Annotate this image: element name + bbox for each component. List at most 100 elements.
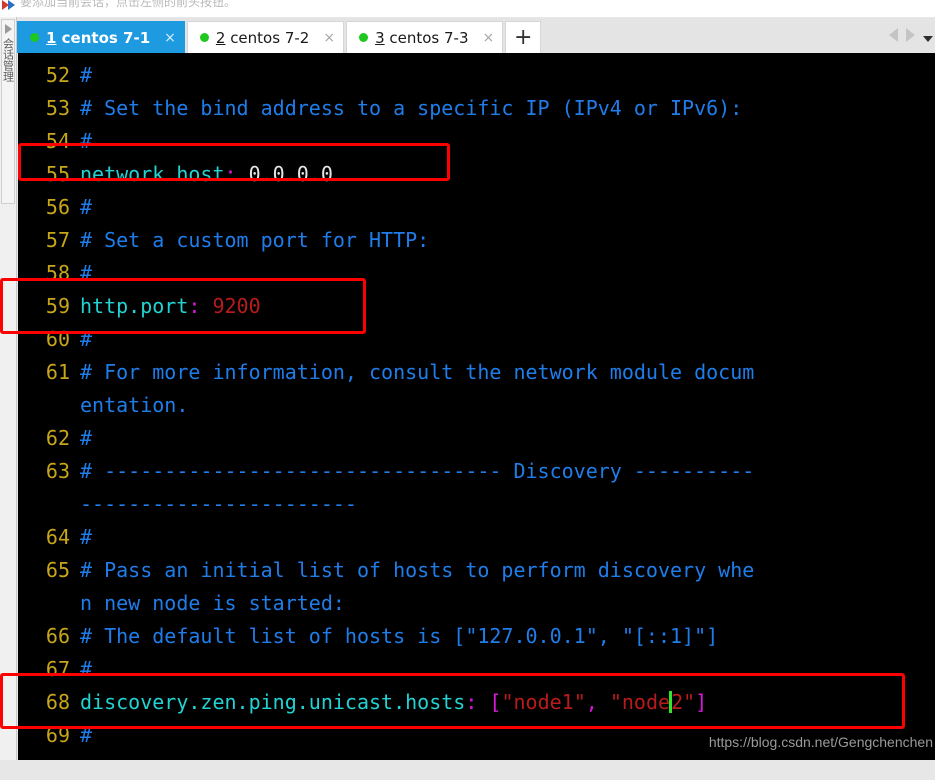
line-content: # The default list of hosts is ["127.0.0… (80, 620, 935, 653)
close-icon[interactable]: × (323, 31, 335, 45)
code-line: 52 # (18, 59, 935, 92)
code-token: 9200 (212, 294, 261, 318)
code-token: http.port (80, 294, 189, 318)
prompt-line: .@ (18, 752, 935, 760)
code-token: # Set a custom port for HTTP: (80, 228, 430, 252)
code-line: 63 # --------------------------------- Di… (18, 455, 935, 488)
code-line: 60 # (18, 323, 935, 356)
line-content: discovery.zen.ping.unicast.hosts: ["node… (80, 686, 935, 719)
code-token: # (80, 63, 93, 87)
code-token: # --------------------------------- Disc… (80, 459, 755, 483)
double-arrow-icon (2, 0, 20, 13)
line-number: . (18, 389, 80, 422)
code-line: 65 # Pass an initial list of hosts to per… (18, 554, 935, 587)
tab-2[interactable]: 2 centos 7-2 × (186, 21, 345, 53)
code-token: # (80, 327, 93, 351)
new-tab-button[interactable]: + (505, 21, 542, 53)
code-token: # (80, 426, 93, 450)
tab-3[interactable]: 3 centos 7-3 × (346, 21, 504, 53)
session-manager-rail[interactable]: 会话管理 (0, 17, 17, 760)
session-manager-panel[interactable]: 会话管理 (1, 19, 15, 204)
editor-content[interactable]: 52 # 53 # Set the bind address to a specifi… (18, 53, 935, 760)
tab-bar: 1 centos 7-1 × 2 centos 7-2 × 3 centos 7-3 × + (17, 18, 935, 53)
code-token: discovery.zen.ping.unicast.hosts (80, 690, 466, 714)
code-token: # (80, 195, 93, 219)
triangle-left-icon[interactable] (889, 28, 898, 42)
line-content: network.host: 0.0.0.0 (80, 158, 935, 191)
line-content: # (80, 653, 935, 686)
chevron-down-icon[interactable] (923, 36, 933, 42)
line-number: 53 (45, 96, 70, 120)
code-line: 58 # (18, 257, 935, 290)
code-token: # (80, 723, 93, 747)
code-token: [ (489, 690, 502, 714)
code-line: 62 # (18, 422, 935, 455)
line-content: n new node is started: (80, 587, 935, 620)
line-number: 65 (45, 558, 70, 582)
line-content: # --------------------------------- Disc… (80, 455, 935, 488)
line-number: . (18, 488, 80, 521)
tab-status-dot (30, 33, 39, 42)
line-number: 63 (45, 459, 70, 483)
code-token: # For more information, consult the netw… (80, 360, 755, 384)
code-line: 61 # For more information, consult the ne… (18, 356, 935, 389)
code-line: 56 # (18, 191, 935, 224)
code-token: # Pass an initial list of hosts to perfo… (80, 558, 755, 582)
code-token: # (80, 525, 93, 549)
code-line: 53 # Set the bind address to a specific I… (18, 92, 935, 125)
line-number: 62 (45, 426, 70, 450)
tab-label: 1 centos 7-1 (46, 28, 151, 47)
tab-label: 2 centos 7-2 (215, 28, 310, 47)
line-number: 64 (45, 525, 70, 549)
line-number: 60 (45, 327, 70, 351)
line-number: 59 (45, 294, 70, 318)
notification-banner: 要添加当前会话，点击左侧的前头按钮。 (0, 0, 935, 17)
code-line: .n new node is started: (18, 587, 935, 620)
code-token: n new node is started: (80, 591, 345, 615)
code-token: # Set the bind address to a specific IP … (80, 96, 743, 120)
line-number: 56 (45, 195, 70, 219)
tab-nav-buttons (889, 28, 915, 42)
code-line: 64 # (18, 521, 935, 554)
code-line: .entation. (18, 389, 935, 422)
code-token: 2" (671, 690, 696, 714)
line-number: 66 (45, 624, 70, 648)
triangle-right-icon[interactable] (4, 24, 12, 34)
code-token: 0.0.0.0 (236, 162, 333, 186)
terminal-pane[interactable]: 52 # 53 # Set the bind address to a specifi… (18, 53, 935, 760)
line-content: entation. (80, 389, 935, 422)
close-icon[interactable]: × (164, 31, 176, 45)
line-content: # Set the bind address to a specific IP … (80, 92, 935, 125)
code-line: 67 # (18, 653, 935, 686)
code-token: : (465, 690, 478, 714)
close-icon[interactable]: × (483, 31, 495, 45)
tab-1[interactable]: 1 centos 7-1 × (17, 21, 185, 53)
code-token: # (80, 261, 93, 285)
code-token: network.host (80, 162, 225, 186)
code-line: .----------------------- (18, 488, 935, 521)
code-line: 59 http.port: 9200 (18, 290, 935, 323)
code-token: # (80, 657, 93, 681)
code-token: : (188, 294, 201, 318)
tab-strip: 1 centos 7-1 × 2 centos 7-2 × 3 centos 7-3 × + (17, 21, 542, 53)
line-content: # (80, 257, 935, 290)
tab-label: 3 centos 7-3 (375, 28, 469, 47)
code-line: 57 # Set a custom port for HTTP: (18, 224, 935, 257)
line-content: # (80, 323, 935, 356)
line-number: 61 (45, 360, 70, 384)
watermark: https://blog.csdn.net/Gengchenchen (708, 734, 933, 750)
line-number: 58 (45, 261, 70, 285)
code-token: : (224, 162, 237, 186)
line-number: 67 (45, 657, 70, 681)
line-content: http.port: 9200 (80, 290, 935, 323)
code-token: ----------------------- (80, 492, 357, 516)
code-token: entation. (80, 393, 189, 417)
triangle-right-icon[interactable] (906, 28, 915, 42)
code-token: "node1" (501, 690, 586, 714)
code-line: 55 network.host: 0.0.0.0 (18, 158, 935, 191)
session-manager-label: 会话管理 (1, 38, 15, 82)
code-line: 66 # The default list of hosts is ["127.0… (18, 620, 935, 653)
line-content: # (80, 191, 935, 224)
line-number: 68 (45, 690, 70, 714)
